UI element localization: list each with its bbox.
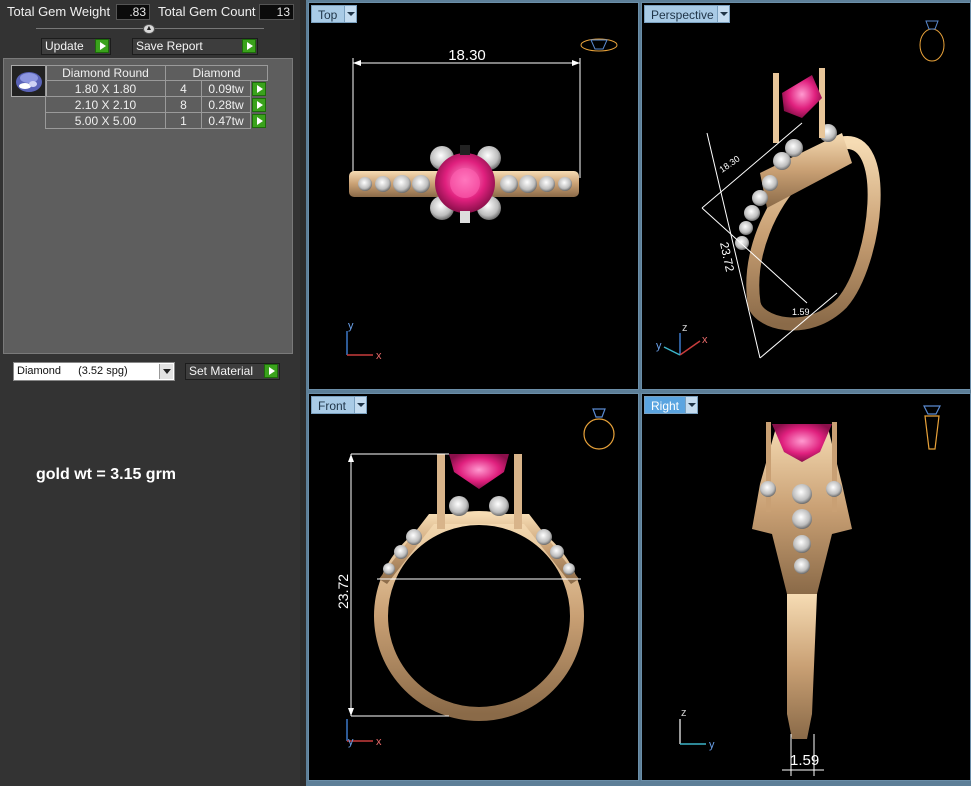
viewport-right-label[interactable]: Right xyxy=(644,396,698,414)
update-button-label: Update xyxy=(45,39,84,53)
ring-orientation-icon xyxy=(919,20,945,62)
row-action-cell xyxy=(251,81,268,97)
viewport-top[interactable]: 18.30 y x Top xyxy=(308,2,639,390)
play-arrow-icon[interactable] xyxy=(95,39,109,53)
table-row[interactable]: 5.00 X 5.00 1 0.47tw xyxy=(45,112,268,129)
axis-indicator: y x xyxy=(346,719,382,748)
total-gem-count-label: Total Gem Count xyxy=(158,4,256,19)
svg-text:y: y xyxy=(348,320,354,332)
table-header-row: Diamond Round Diamond xyxy=(45,65,268,81)
material-specific-gravity: (3.52 spg) xyxy=(78,365,128,377)
total-gem-weight-value: .83 xyxy=(116,4,150,20)
stone-table: Diamond Round Diamond 1.80 X 1.80 4 0.09… xyxy=(45,65,268,129)
play-arrow-icon[interactable] xyxy=(252,81,266,96)
chevron-down-icon[interactable] xyxy=(344,6,356,22)
stone-list-panel: Diamond Round Diamond 1.80 X 1.80 4 0.09… xyxy=(3,58,293,354)
top-dimension-label: 18.30 xyxy=(448,47,486,64)
column-header-diamond: Diamond xyxy=(165,65,268,81)
total-gem-weight-label: Total Gem Weight xyxy=(7,4,111,19)
stone-count: 4 xyxy=(165,80,202,97)
set-material-button-label: Set Material xyxy=(189,364,254,378)
viewport-front-label[interactable]: Front xyxy=(311,396,367,414)
viewport-top-label[interactable]: Top xyxy=(311,5,357,23)
right-view-render: 1.59 z y xyxy=(679,405,941,776)
svg-text:x: x xyxy=(376,350,382,362)
ring-orientation-icon xyxy=(583,408,615,450)
play-arrow-icon[interactable] xyxy=(242,39,256,53)
ring-orientation-icon xyxy=(580,38,618,52)
viewport-grid: 18.30 y x Top 18.30 23.72 1.59 z x y Per… xyxy=(306,0,971,786)
set-material-button[interactable]: Set Material xyxy=(185,363,280,380)
save-report-button-label: Save Report xyxy=(136,39,203,53)
table-row[interactable]: 1.80 X 1.80 4 0.09tw xyxy=(45,80,268,97)
top-view-render: 18.30 y x xyxy=(346,38,618,362)
play-arrow-icon[interactable] xyxy=(264,364,278,378)
viewport-perspective[interactable]: 18.30 23.72 1.59 z x y Perspective xyxy=(641,2,971,390)
svg-text:z: z xyxy=(682,322,688,334)
perspective-dimension-b: 23.72 xyxy=(717,241,737,274)
material-name: Diamond xyxy=(17,365,62,377)
row-action-cell xyxy=(251,97,268,113)
chevron-down-icon[interactable] xyxy=(159,364,173,379)
front-view-render: 23.72 y x xyxy=(335,408,615,748)
svg-text:y: y xyxy=(348,736,354,748)
svg-text:x: x xyxy=(376,736,382,748)
stone-size: 1.80 X 1.80 xyxy=(45,80,166,97)
collapse-panel-handle[interactable]: ▲ xyxy=(36,24,264,34)
perspective-dimension-a: 18.30 xyxy=(717,154,741,175)
chevron-up-icon[interactable]: ▲ xyxy=(143,24,155,34)
stone-weight: 0.28tw xyxy=(201,96,251,113)
stone-count: 8 xyxy=(165,96,202,113)
viewport-front[interactable]: 23.72 y x Front xyxy=(308,393,639,781)
stone-size: 5.00 X 5.00 xyxy=(45,112,166,129)
gold-weight-note: gold wt = 3.15 grm xyxy=(36,466,177,483)
viewport-right[interactable]: 1.59 z y Right xyxy=(641,393,971,781)
total-gem-count-value: 13 xyxy=(259,4,294,20)
svg-text:y: y xyxy=(656,340,662,352)
svg-text:z: z xyxy=(681,707,687,719)
perspective-view-render: 18.30 23.72 1.59 z x y xyxy=(656,20,945,359)
axis-indicator: z y xyxy=(679,707,715,751)
svg-text:y: y xyxy=(709,739,715,751)
save-report-button[interactable]: Save Report xyxy=(132,38,258,55)
svg-text:x: x xyxy=(702,334,708,346)
row-action-cell xyxy=(251,113,268,129)
chevron-down-icon[interactable] xyxy=(685,397,697,413)
front-dimension-label: 23.72 xyxy=(335,574,351,609)
chevron-down-icon[interactable] xyxy=(354,397,366,413)
gem-report-panel: Total Gem Weight .83 Total Gem Count 13 … xyxy=(0,0,300,786)
stone-weight: 0.47tw xyxy=(201,112,251,129)
table-row[interactable]: 2.10 X 2.10 8 0.28tw xyxy=(45,96,268,113)
viewport-perspective-label[interactable]: Perspective xyxy=(644,5,730,23)
diamond-gem-thumbnail-icon xyxy=(11,65,47,97)
axis-indicator: y x xyxy=(346,320,382,362)
play-arrow-icon[interactable] xyxy=(252,97,266,112)
stone-count: 1 xyxy=(165,112,202,129)
perspective-dimension-c: 1.59 xyxy=(792,307,810,317)
right-dimension-label: 1.59 xyxy=(790,752,819,769)
ring-orientation-icon xyxy=(923,405,941,450)
chevron-down-icon[interactable] xyxy=(717,6,729,22)
stone-size: 2.10 X 2.10 xyxy=(45,96,166,113)
material-select[interactable]: Diamond (3.52 spg) xyxy=(13,362,175,381)
play-arrow-icon[interactable] xyxy=(252,113,266,128)
column-header-diamond-round: Diamond Round xyxy=(45,65,166,81)
axis-indicator: z x y xyxy=(656,322,708,356)
update-button[interactable]: Update xyxy=(41,38,111,55)
stone-weight: 0.09tw xyxy=(201,80,251,97)
